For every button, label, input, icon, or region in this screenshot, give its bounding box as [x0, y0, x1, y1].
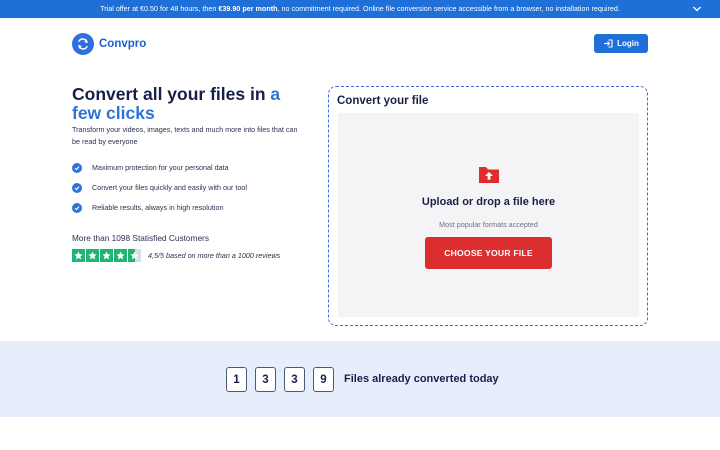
- feature-item: Convert your files quickly and easily wi…: [72, 182, 247, 193]
- counter-digit: 1: [226, 367, 247, 392]
- drop-title: Upload or drop a file here: [421, 196, 556, 208]
- login-button[interactable]: Login: [594, 34, 648, 53]
- customers-count: More than 1098 Statisfied Customers: [72, 233, 209, 243]
- feature-item: Reliable results, always in high resolut…: [72, 202, 247, 213]
- hero-title-accent-line2: few clicks: [72, 103, 155, 123]
- drop-zone[interactable]: Upload or drop a file here Most popular …: [338, 113, 639, 317]
- banner-text-prefix: Trial offer at €0.50 for 48 hours, then: [100, 4, 219, 13]
- choose-file-button[interactable]: CHOOSE YOUR FILE: [425, 237, 552, 269]
- counter-digit: 3: [255, 367, 276, 392]
- check-icon: [72, 162, 82, 173]
- hero-subtitle: Transform your videos, images, texts and…: [72, 125, 298, 146]
- hero-title-accent: a: [270, 84, 281, 104]
- chevron-down-icon[interactable]: [692, 4, 702, 14]
- rating-stars: [72, 249, 141, 262]
- feature-text: Reliable results, always in high resolut…: [92, 203, 224, 212]
- upload-title: Convert your file: [337, 95, 429, 107]
- folder-upload-icon: [479, 167, 499, 183]
- formats-text: Most popular formats accepted: [439, 220, 538, 229]
- logo[interactable]: Convpro: [72, 33, 146, 55]
- counter-digit: 3: [284, 367, 305, 392]
- logo-text: Convpro: [99, 38, 147, 50]
- rating-text: 4,5/5 based on more than a 1000 reviews: [148, 251, 281, 260]
- feature-text: Maximum protection for your personal dat…: [92, 163, 229, 172]
- star-icon: [114, 249, 127, 262]
- counter-label: Files already converted today: [344, 373, 499, 385]
- check-icon: [72, 182, 82, 193]
- login-arrow-icon: [604, 39, 613, 48]
- feature-list: Maximum protection for your personal dat…: [72, 162, 247, 222]
- counter-digit: 9: [313, 367, 334, 392]
- banner-price: €39.90 per month: [218, 4, 278, 13]
- hero-title: Convert all your files in a few clicks: [72, 85, 312, 123]
- star-icon: [86, 249, 99, 262]
- feature-text: Convert your files quickly and easily wi…: [92, 183, 248, 192]
- feature-item: Maximum protection for your personal dat…: [72, 162, 247, 173]
- login-label: Login: [617, 39, 639, 48]
- upload-card: Convert your file Upload or drop a file …: [328, 86, 648, 326]
- banner-text-suffix: , no commitment required. Online file co…: [277, 4, 620, 13]
- promo-banner: Trial offer at €0.50 for 48 hours, then …: [0, 0, 720, 18]
- counter-digits: 1 3 3 9: [226, 367, 334, 392]
- star-icon: [128, 249, 141, 262]
- star-icon: [72, 249, 85, 262]
- star-icon: [100, 249, 113, 262]
- hero-title-main: Convert all your files in: [72, 84, 271, 104]
- check-icon: [72, 202, 82, 213]
- refresh-arrows-icon: [72, 33, 94, 55]
